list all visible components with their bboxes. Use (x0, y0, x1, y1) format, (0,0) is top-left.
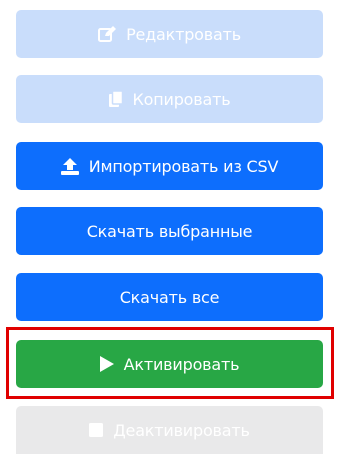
import-csv-button[interactable]: Импортировать из CSV (16, 142, 323, 190)
upload-icon (60, 157, 79, 175)
deactivate-button-label: Деактивировать (113, 420, 250, 440)
copy-button-label: Копировать (132, 89, 231, 109)
download-selected-button[interactable]: Скачать выбранные (16, 207, 323, 255)
edit-button-label: Редактровать (126, 24, 241, 44)
download-selected-button-label: Скачать выбранные (86, 221, 253, 241)
import-csv-button-label: Импортировать из CSV (88, 156, 279, 176)
edit-icon (98, 26, 117, 42)
copy-icon (108, 91, 123, 107)
download-all-button-label: Скачать все (119, 287, 220, 307)
deactivate-button[interactable]: Деактивировать (16, 406, 323, 454)
edit-button[interactable]: Редактровать (16, 10, 323, 58)
activate-button[interactable]: Активировать (16, 340, 323, 388)
copy-button[interactable]: Копировать (16, 75, 323, 123)
download-all-button[interactable]: Скачать все (16, 273, 323, 321)
activate-button-label: Активировать (123, 354, 240, 374)
stop-icon (89, 423, 104, 437)
play-icon (99, 356, 114, 372)
